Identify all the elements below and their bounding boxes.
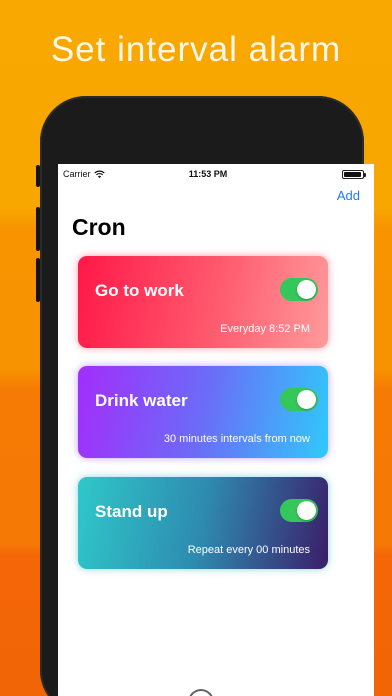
alarm-card-go-to-work[interactable]: Go to work Everyday 8:52 PM: [78, 256, 328, 348]
battery-icon: [342, 170, 366, 179]
phone-mute-switch: [36, 165, 40, 187]
status-bar: Carrier 11:53 PM: [58, 164, 374, 184]
app-screen: Carrier 11:53 PM Add Cron Go to work Eve…: [58, 164, 374, 696]
alarm-toggle[interactable]: [280, 278, 318, 301]
phone-volume-down: [36, 258, 40, 302]
alarm-card-drink-water[interactable]: Drink water 30 minutes intervals from no…: [78, 366, 328, 458]
alarm-schedule: Everyday 8:52 PM: [220, 323, 310, 335]
battery-level: [344, 172, 361, 177]
alarm-name: Drink water: [95, 391, 188, 410]
toggle-knob: [297, 501, 316, 520]
alarm-toggle[interactable]: [280, 499, 318, 522]
alarm-schedule: Repeat every 00 minutes: [187, 544, 310, 556]
alarm-name: Stand up: [95, 502, 168, 521]
promo-headline: Set interval alarm: [50, 30, 342, 69]
toggle-knob: [297, 280, 316, 299]
alarm-name: Go to work: [95, 281, 184, 300]
status-time: 11:53 PM: [188, 169, 228, 179]
toggle-knob: [297, 390, 316, 409]
add-button[interactable]: Add: [337, 188, 360, 203]
alarm-schedule: 30 minutes intervals from now: [163, 433, 310, 445]
alarm-toggle[interactable]: [280, 388, 318, 411]
page-title: Cron: [72, 214, 126, 240]
phone-volume-up: [36, 207, 40, 251]
alarm-card-stand-up[interactable]: Stand up Repeat every 00 minutes: [78, 477, 328, 569]
